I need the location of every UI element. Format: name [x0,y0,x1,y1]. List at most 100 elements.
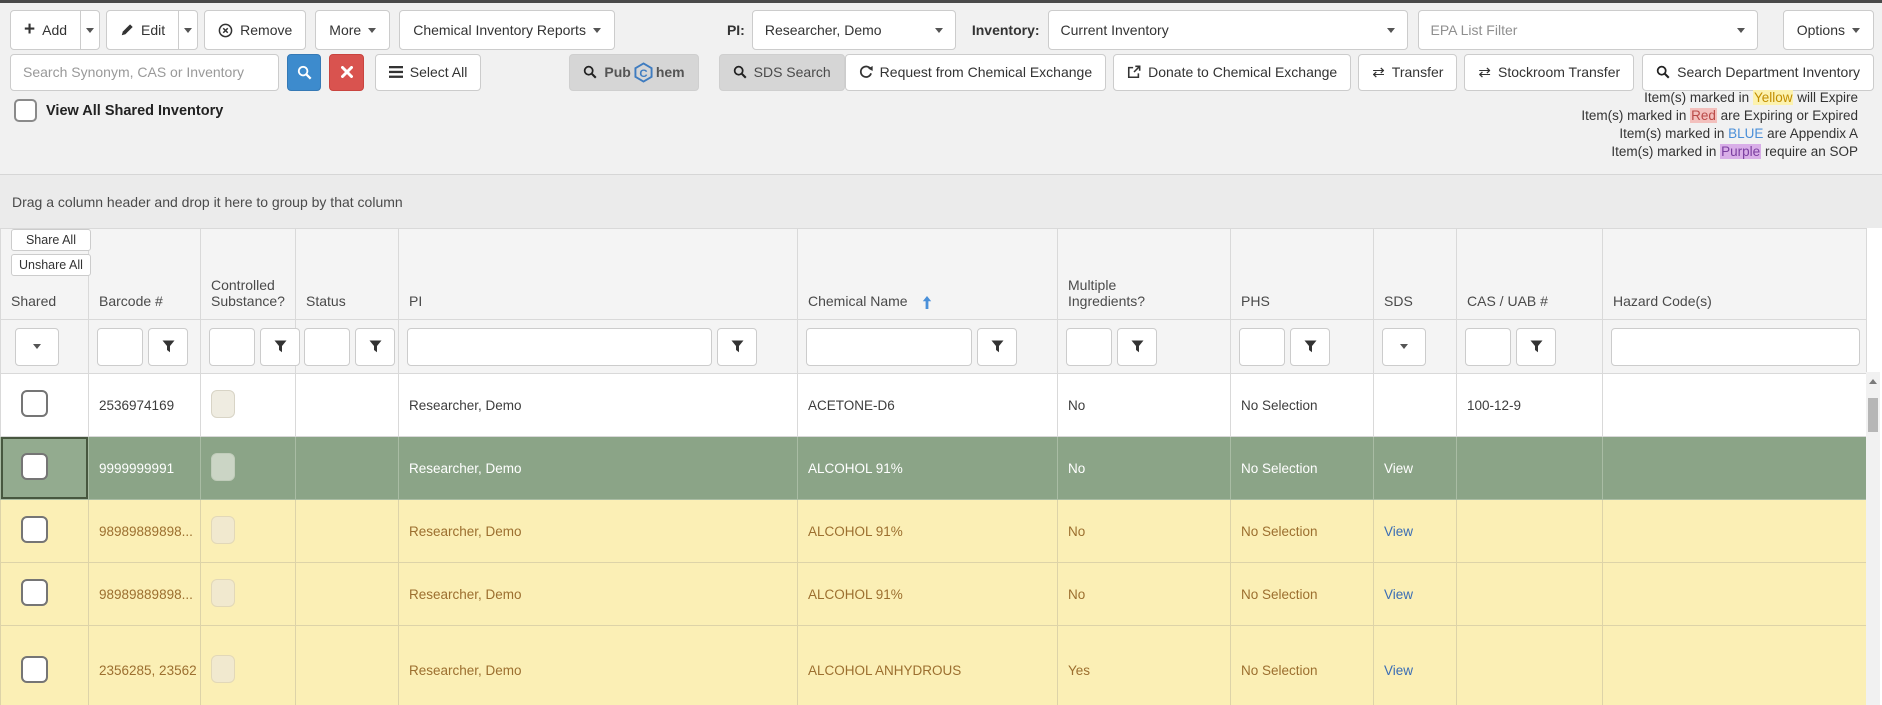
search-icon [583,65,597,79]
select-all-label: Select All [410,64,468,80]
options-button[interactable]: Options [1783,10,1874,50]
column-header-chemical-name[interactable]: Chemical Name [798,229,1058,320]
column-label: Status [306,293,346,309]
chevron-down-icon [184,28,192,33]
table-row[interactable]: 2356285, 23562 Researcher, Demo ALCOHOL … [1,626,1867,705]
transfer-button[interactable]: ⇄ Transfer [1358,54,1457,91]
controlled-substance-checkbox [211,390,235,418]
column-header-status[interactable]: Status [296,229,399,320]
pubchem-button[interactable]: Pub C hem [569,54,698,91]
column-label: PI [409,293,422,309]
menu-icon [389,66,403,78]
request-from-chemical-exchange-button[interactable]: Request from Chemical Exchange [845,54,1106,91]
edit-button[interactable]: Edit [106,10,179,50]
multiple-ingredients-filter-input[interactable] [1066,328,1112,366]
pubchem-label-suffix: hem [656,64,685,80]
multiple-ingredients-filter-button[interactable] [1117,328,1157,366]
chemical-name-cell: ALCOHOL 91% [798,500,1058,563]
search-icon [1656,65,1670,79]
column-header-phs[interactable]: PHS [1231,229,1374,320]
search-department-inventory-button[interactable]: Search Department Inventory [1642,54,1874,91]
shared-filter-dropdown[interactable] [15,328,59,366]
chevron-down-icon [1400,344,1408,349]
row-share-checkbox[interactable] [21,453,48,480]
table-row[interactable]: 98989889898... Researcher, Demo ALCOHOL … [1,563,1867,626]
sds-view-link[interactable]: View [1384,524,1413,539]
cas-cell [1457,500,1603,563]
barcode-cell: 98989889898... [89,500,201,563]
toolbar-row-1: + Add Edit Remove More [10,10,1874,50]
add-button[interactable]: + Add [10,10,81,50]
share-all-button[interactable]: Share All [11,229,91,251]
chemical-name-filter-input[interactable] [806,328,972,366]
column-header-shared[interactable]: Share All Unshare All Shared [1,229,89,320]
add-dropdown-button[interactable] [80,10,100,50]
column-header-hazard-codes[interactable]: Hazard Code(s) [1603,229,1867,320]
hazard-codes-cell [1603,563,1867,626]
status-filter-input[interactable] [304,328,350,366]
cas-filter-input[interactable] [1465,328,1511,366]
row-share-checkbox[interactable] [21,579,48,606]
status-cell [296,563,399,626]
phs-filter-button[interactable] [1290,328,1330,366]
view-all-shared-checkbox[interactable] [14,99,37,122]
epa-list-filter-placeholder: EPA List Filter [1431,22,1518,38]
row-share-checkbox[interactable] [21,656,48,683]
controlled-substance-filter-input[interactable] [209,328,255,366]
inventory-select[interactable]: Current Inventory [1048,10,1408,50]
clear-search-button[interactable] [329,54,363,91]
legend-line-blue: Item(s) marked in BLUE are Appendix A [1581,125,1858,143]
pi-filter-button[interactable] [717,328,757,366]
barcode-filter-button[interactable] [148,328,188,366]
remove-button[interactable]: Remove [204,10,306,50]
inventory-select-value: Current Inventory [1061,22,1169,38]
phs-cell: No Selection [1231,374,1374,437]
scrollbar-thumb[interactable] [1868,398,1878,432]
select-all-button[interactable]: Select All [375,54,482,91]
search-input[interactable] [10,54,279,91]
cas-filter-button[interactable] [1516,328,1556,366]
unshare-all-button[interactable]: Unshare All [11,254,91,276]
table-row-selected[interactable]: 9999999991 Researcher, Demo ALCOHOL 91% … [1,437,1867,500]
sds-view-link[interactable]: View [1384,461,1413,476]
donate-to-chemical-exchange-button[interactable]: Donate to Chemical Exchange [1113,54,1351,91]
stockroom-transfer-button[interactable]: ⇄ Stockroom Transfer [1464,54,1634,91]
chemical-inventory-reports-button[interactable]: Chemical Inventory Reports [399,10,615,50]
row-share-checkbox[interactable] [21,516,48,543]
controlled-substance-checkbox [211,516,235,544]
row-share-checkbox[interactable] [21,390,48,417]
epa-list-filter-select[interactable]: EPA List Filter [1418,10,1758,50]
funnel-icon [1304,340,1317,353]
pi-select[interactable]: Researcher, Demo [752,10,956,50]
column-header-controlled-substance[interactable]: Controlled Substance? [201,229,296,320]
remove-button-label: Remove [240,22,292,38]
sds-search-button[interactable]: SDS Search [719,54,845,91]
barcode-cell: 9999999991 [89,437,201,500]
sds-view-link[interactable]: View [1384,587,1413,602]
chemical-name-filter-button[interactable] [977,328,1017,366]
funnel-icon [1530,340,1543,353]
column-header-pi[interactable]: PI [399,229,798,320]
table-row[interactable]: 2536974169 Researcher, Demo ACETONE-D6 N… [1,374,1867,437]
column-header-sds[interactable]: SDS [1374,229,1457,320]
table-row[interactable]: 98989889898... Researcher, Demo ALCOHOL … [1,500,1867,563]
more-button[interactable]: More [315,10,390,50]
controlled-substance-filter-button[interactable] [260,328,300,366]
column-header-barcode[interactable]: Barcode # [89,229,201,320]
column-header-cas-uab[interactable]: CAS / UAB # [1457,229,1603,320]
edit-dropdown-button[interactable] [178,10,198,50]
pi-filter-input[interactable] [407,328,712,366]
sds-view-link[interactable]: View [1384,663,1413,678]
barcode-filter-input[interactable] [97,328,143,366]
status-filter-button[interactable] [355,328,395,366]
column-label: CAS / UAB # [1467,293,1548,309]
sds-filter-dropdown[interactable] [1382,328,1426,366]
phs-cell: No Selection [1231,437,1374,500]
column-header-multiple-ingredients[interactable]: Multiple Ingredients? [1058,229,1231,320]
scroll-up-button[interactable] [1866,372,1880,390]
view-all-shared-inventory: View All Shared Inventory [14,99,223,122]
hazard-codes-filter-input[interactable] [1611,328,1860,366]
controlled-substance-checkbox [211,655,235,683]
phs-filter-input[interactable] [1239,328,1285,366]
search-button[interactable] [287,54,321,91]
